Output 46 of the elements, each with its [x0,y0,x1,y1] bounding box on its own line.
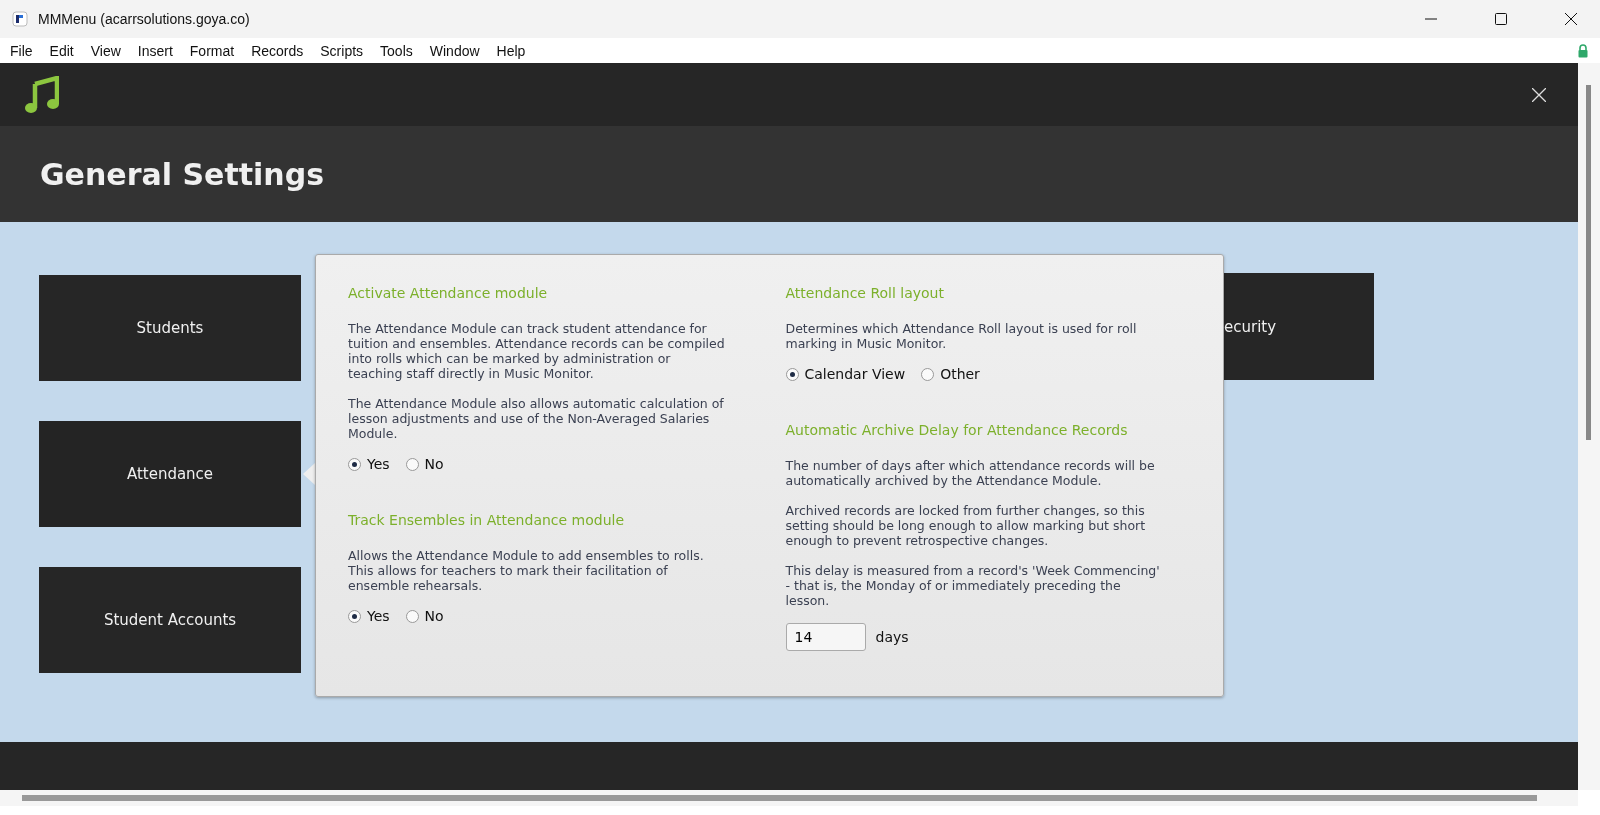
page-title: General Settings [40,156,325,192]
radio-button[interactable] [348,609,361,623]
section-heading: Activate Attendance module [348,285,549,301]
settings-tile[interactable]: ecurity [1224,273,1374,380]
menu-item[interactable]: Scripts [320,42,364,59]
lock-icon [1578,43,1588,58]
menu-item[interactable]: File [10,42,33,59]
menu-item[interactable]: View [90,42,121,59]
settings-tile[interactable]: Student Accounts [39,567,301,673]
radio-button[interactable] [348,457,361,471]
description-text: The Attendance Module also allows automatic calculation of lesson adjustments and use of the Non-Averaged Salaries Module. [348,396,725,441]
unit-label: days [875,629,909,645]
settings-tile[interactable]: Attendance [39,421,301,527]
radio-button[interactable] [921,367,935,381]
close-icon[interactable] [1565,13,1577,25]
description-text: Archived records are locked from further changes, so this setting should be long enough to allow marking but short enough to prevent retrospective changes. [785,503,1147,548]
music-note-icon [25,75,59,114]
radio-label: Yes [367,608,390,624]
description-text: Determines which Attendance Roll layout is used for roll marking in Music Monitor. [785,321,1138,351]
radio-button[interactable] [405,457,419,471]
section-heading: Track Ensembles in Attendance module [348,512,626,528]
menu-item[interactable]: Records [251,42,304,59]
section-heading: Automatic Archive Delay for Attendance Records [785,422,1129,438]
menu-item[interactable]: Edit [49,42,74,59]
settings-tile[interactable]: Students [39,275,301,381]
description-text: The number of days after which attendance records will be automatically archived by the Attendance Module. [785,458,1156,488]
menu-item[interactable]: Insert [137,42,173,59]
radio-label: No [424,608,444,624]
radio-label: Calendar View [804,366,906,382]
maximize-icon[interactable] [1495,13,1507,25]
radio-label: No [424,456,444,472]
menu-item[interactable]: Format [189,42,235,59]
description-text: The Attendance Module can track student attendance for tuition and ensembles. Attendance records can be compiled into rolls which can be marked by administration or teaching staff directly in Music Monitor. [348,321,726,381]
app-icon [12,11,28,27]
description-text: Allows the Attendance Module to add ensembles to rolls. This allows for teachers to mark their facilitation of ensemble rehearsals. [348,548,705,593]
days-input[interactable]: 14 [785,623,866,651]
menu-item[interactable]: Window [429,42,480,59]
radio-button[interactable] [405,609,419,623]
section-heading: Attendance Roll layout [785,285,945,301]
window-title: MMMenu (acarrsolutions.goya.co) [38,11,250,27]
radio-label: Yes [367,456,390,472]
radio-label: Other [940,366,980,382]
menu-item[interactable]: Help [496,42,526,59]
radio-button[interactable] [785,367,799,381]
description-text: This delay is measured from a record's 'Week Commencing' - that is, the Monday of or immediately preceding the lesson. [785,563,1161,608]
menu-item[interactable]: Tools [380,42,413,59]
